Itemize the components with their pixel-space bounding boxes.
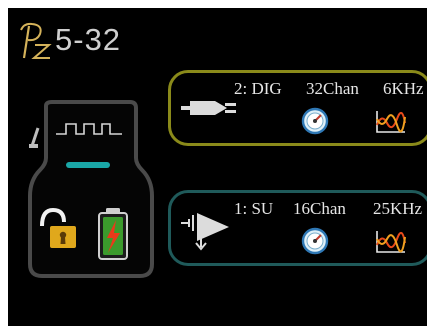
gauge-icon[interactable] (301, 227, 329, 255)
digital-plug-icon (181, 101, 236, 115)
channel-id: 1: SU (234, 199, 274, 218)
channel-id: 2: DIG (234, 79, 282, 98)
signal-wave-icon[interactable] (373, 229, 407, 255)
pz-logo-icon (20, 22, 52, 59)
sample-rate: 6KHz (383, 79, 424, 98)
channel-panel-su[interactable]: 1: SU 16Chan 25KHz (168, 190, 427, 266)
model-number: 5-32 (55, 22, 122, 57)
sample-rate: 25KHz (373, 199, 423, 218)
channel-count: 16Chan (293, 199, 346, 218)
headstage-pod (28, 100, 154, 278)
channel-panel-dig[interactable]: 2: DIG 32Chan 6KHz (168, 70, 427, 146)
channel-count: 32Chan (306, 79, 359, 98)
brand-header: 5-32 (18, 18, 121, 62)
status-indicator (66, 162, 110, 168)
amplifier-icon (181, 213, 229, 251)
device-screen: 5-32 2: DIG 32Chan 6KHz 1: SU 16Chan 25K… (8, 8, 427, 326)
signal-wave-icon[interactable] (373, 109, 407, 135)
probe-icon (29, 127, 40, 148)
gauge-icon[interactable] (301, 107, 329, 135)
pod-outline (28, 100, 154, 278)
battery-charging-icon (98, 208, 128, 260)
